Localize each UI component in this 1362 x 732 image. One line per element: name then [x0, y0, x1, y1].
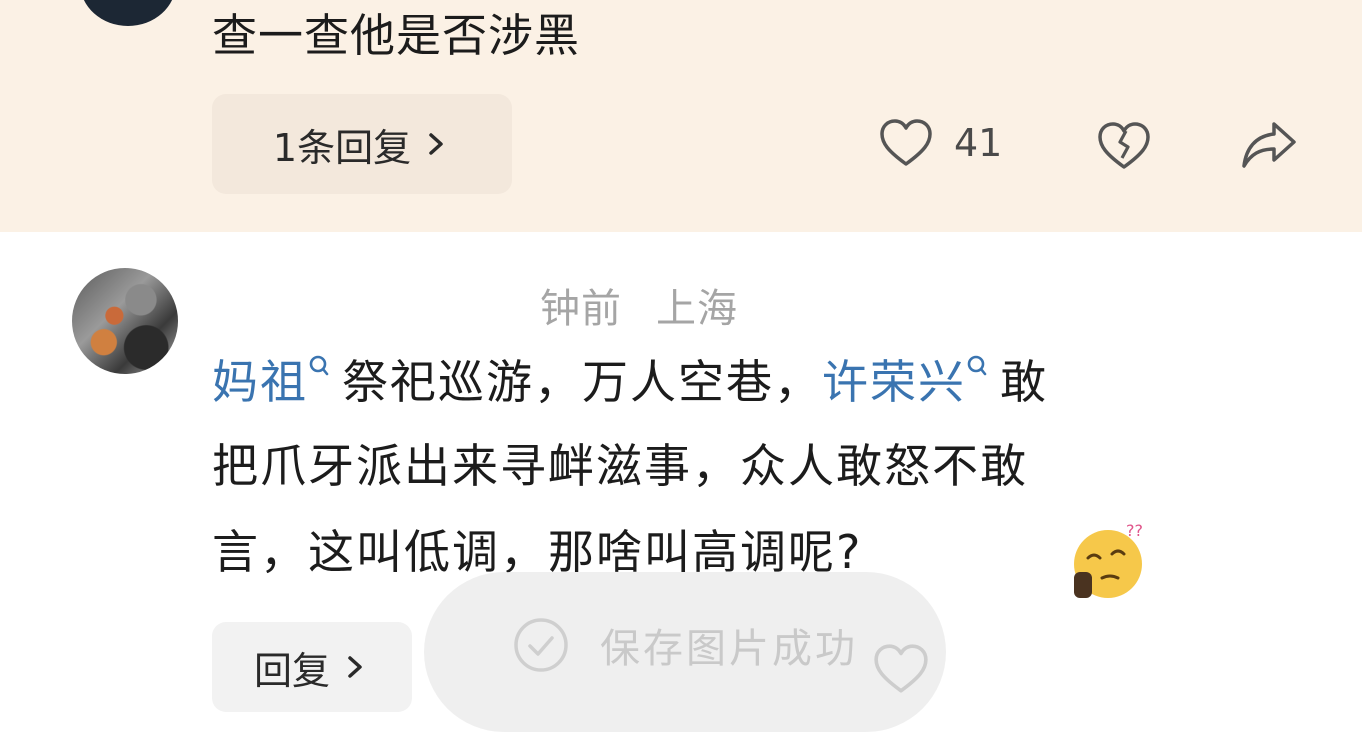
- toast-message: 保存图片成功: [600, 626, 858, 672]
- view-replies-button[interactable]: 1条回复: [212, 94, 512, 194]
- comment-text: 祭祀巡游，万人空巷，: [342, 355, 822, 409]
- reply-chip-label: 1条回复: [272, 125, 412, 170]
- chevron-right-icon: [429, 133, 443, 155]
- mention-link[interactable]: 妈祖: [212, 355, 308, 409]
- comment-text: 敢: [1000, 355, 1048, 409]
- save-success-toast: 保存图片成功: [424, 572, 946, 732]
- chevron-right-icon: [348, 656, 362, 678]
- like-action[interactable]: 41: [878, 117, 1002, 169]
- check-circle-icon: [514, 618, 568, 672]
- reply-chip-label: 回复: [253, 648, 330, 693]
- thinking-emoji-icon: ??: [1074, 521, 1143, 598]
- comment-location: 上海: [656, 286, 738, 332]
- comment-text: 查一查他是否涉黑: [212, 9, 581, 62]
- share-arrow-icon[interactable]: [1240, 118, 1298, 172]
- broken-heart-icon[interactable]: [1096, 120, 1152, 172]
- avatar[interactable]: [72, 268, 178, 374]
- reply-button[interactable]: 回复: [212, 622, 412, 712]
- highlighted-comment: 查一查他是否涉黑 1条回复 41: [0, 0, 1362, 232]
- mention-link[interactable]: 许荣兴: [822, 355, 966, 409]
- search-mention-icon: [967, 355, 987, 376]
- like-count: 41: [954, 121, 1003, 165]
- comment-line-2: 把爪牙派出来寻衅滋事，众人敢怒不敢: [212, 439, 1028, 493]
- comment-meta: 钟前 上海: [540, 276, 738, 334]
- comment-line-1: 妈祖 祭祀巡游，万人空巷，许荣兴敢: [212, 352, 1048, 412]
- svg-text:??: ??: [1126, 521, 1143, 540]
- heart-outline-icon: [880, 119, 932, 166]
- avatar[interactable]: [80, 0, 176, 26]
- comment-time: 钟前: [540, 286, 622, 332]
- search-mention-icon: [309, 355, 329, 376]
